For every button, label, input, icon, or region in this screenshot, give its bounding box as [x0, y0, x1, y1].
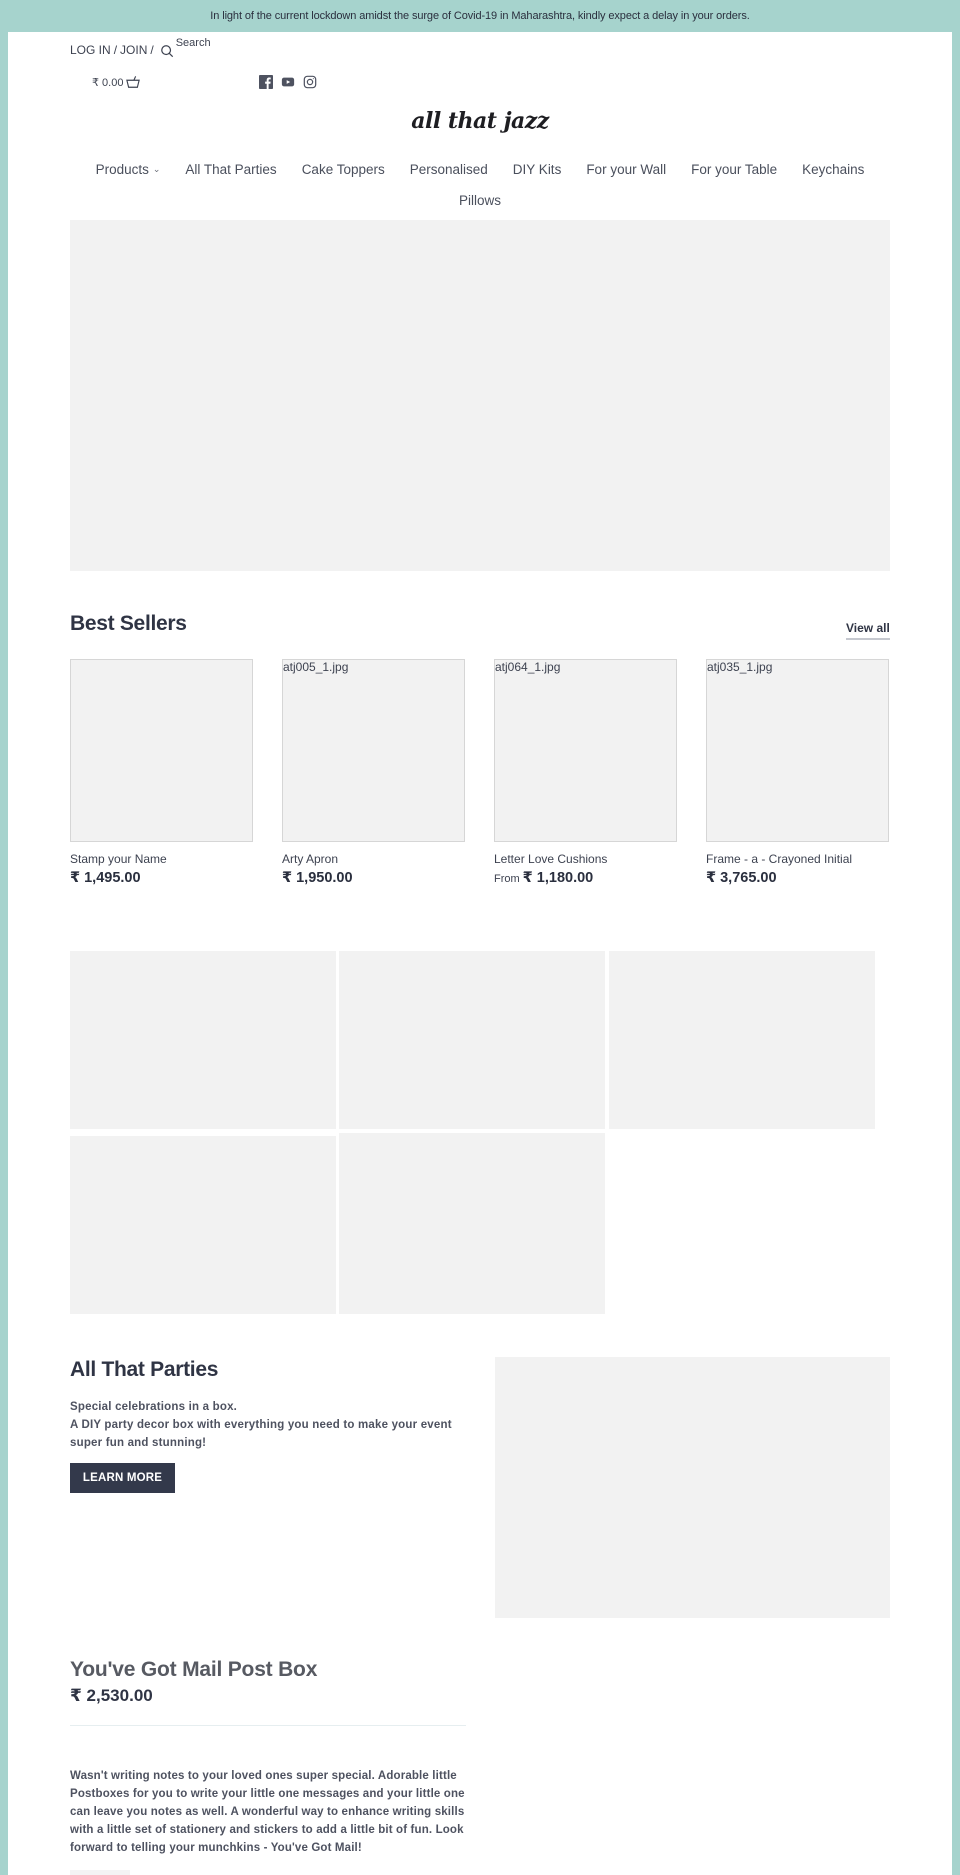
site-logo[interactable]: all that jazz: [8, 108, 952, 134]
main-nav-row-2: Pillows: [8, 193, 952, 208]
page-container: LOG IN / JOIN / Search ₹ 0.00 all that j…: [8, 32, 952, 1875]
youtube-icon: [281, 77, 295, 87]
product-image[interactable]: atj005_1.jpg: [282, 659, 465, 842]
nav-item-cake-toppers[interactable]: Cake Toppers: [302, 162, 385, 177]
instagram-icon: [303, 75, 317, 89]
announcement-bar: In light of the current lockdown amidst …: [0, 0, 960, 32]
search-button[interactable]: Search: [157, 37, 211, 58]
product-price: ₹ 1,950.00: [282, 870, 465, 886]
product-price-value: ₹ 3,765.00: [706, 870, 777, 886]
basket-icon: [126, 76, 141, 88]
learn-more-button[interactable]: LEARN MORE: [70, 1463, 175, 1493]
product-card[interactable]: atj005_1.jpg Arty Apron ₹ 1,950.00: [282, 659, 465, 886]
product-name[interactable]: Stamp your Name: [70, 852, 253, 866]
instagram-link[interactable]: [303, 75, 317, 89]
nav-item-for-your-table[interactable]: For your Table: [691, 162, 777, 177]
collection-tile[interactable]: [339, 951, 605, 1129]
divider: [70, 1725, 466, 1726]
description-line: Special celebrations in a box.: [70, 1401, 238, 1413]
all-that-parties-image: [495, 1357, 890, 1618]
product-price-value: ₹ 1,180.00: [522, 870, 594, 886]
product-card[interactable]: atj035_1.jpg Frame - a - Crayoned Initia…: [706, 659, 889, 886]
cart-link[interactable]: ₹ 0.00: [92, 75, 141, 89]
hero-slideshow-image[interactable]: [70, 220, 890, 571]
product-price: ₹ 3,765.00: [706, 870, 889, 886]
product-price: From ₹ 1,180.00: [494, 870, 677, 886]
all-that-parties-description: Special celebrations in a box. A DIY par…: [70, 1398, 470, 1452]
product-image[interactable]: [70, 659, 253, 842]
collection-tile[interactable]: [70, 1136, 336, 1314]
product-image[interactable]: atj064_1.jpg: [494, 659, 677, 842]
social-links: [259, 75, 317, 89]
product-price-value: ₹ 1,950.00: [282, 870, 353, 886]
featured-product-title[interactable]: You've Got Mail Post Box: [70, 1658, 317, 1682]
account-row: LOG IN / JOIN / Search: [70, 37, 211, 58]
nav-item-label: Products: [95, 162, 149, 177]
product-name[interactable]: Letter Love Cushions: [494, 852, 677, 866]
main-nav: Products ⌄ All That Parties Cake Toppers…: [8, 162, 952, 177]
nav-item-all-that-parties[interactable]: All That Parties: [185, 162, 276, 177]
truncated-content: [70, 1870, 130, 1875]
nav-item-pillows[interactable]: Pillows: [459, 193, 501, 208]
facebook-icon: [259, 75, 273, 89]
search-label: Search: [175, 37, 211, 49]
featured-product-description: Wasn't writing notes to your loved ones …: [70, 1770, 465, 1854]
product-card[interactable]: Stamp your Name ₹ 1,495.00: [70, 659, 253, 886]
collection-tile[interactable]: [609, 951, 875, 1129]
youtube-link[interactable]: [281, 75, 295, 89]
facebook-link[interactable]: [259, 75, 273, 89]
search-icon: [160, 45, 173, 58]
all-that-parties-heading: All That Parties: [70, 1358, 219, 1381]
collection-tile[interactable]: [339, 1133, 605, 1314]
nav-item-keychains[interactable]: Keychains: [802, 162, 864, 177]
chevron-down-icon: ⌄: [152, 164, 161, 174]
collection-tile[interactable]: [70, 951, 336, 1129]
price-prefix: From: [494, 873, 520, 885]
featured-product-price: ₹ 2,530.00: [70, 1686, 153, 1705]
cart-total: ₹ 0.00: [92, 76, 124, 89]
product-price-value: ₹ 1,495.00: [70, 870, 141, 886]
nav-item-personalised[interactable]: Personalised: [410, 162, 488, 177]
description-line: A DIY party decor box with everything yo…: [70, 1419, 452, 1449]
product-card[interactable]: atj064_1.jpg Letter Love Cushions From ₹ …: [494, 659, 677, 886]
product-price: ₹ 1,495.00: [70, 870, 253, 886]
product-image[interactable]: atj035_1.jpg: [706, 659, 889, 842]
announcement-text: In light of the current lockdown amidst …: [210, 10, 750, 22]
login-link[interactable]: LOG IN: [70, 43, 111, 57]
nav-item-diy-kits[interactable]: DIY Kits: [513, 162, 562, 177]
nav-item-products[interactable]: Products ⌄: [96, 162, 161, 177]
join-link[interactable]: JOIN: [120, 43, 147, 57]
nav-item-for-your-wall[interactable]: For your Wall: [586, 162, 666, 177]
separator: /: [150, 43, 154, 57]
product-name[interactable]: Frame - a - Crayoned Initial: [706, 852, 889, 866]
product-name[interactable]: Arty Apron: [282, 852, 465, 866]
view-all-link[interactable]: View all: [846, 621, 890, 640]
best-sellers-heading: Best Sellers: [70, 612, 187, 635]
separator: /: [113, 43, 118, 57]
